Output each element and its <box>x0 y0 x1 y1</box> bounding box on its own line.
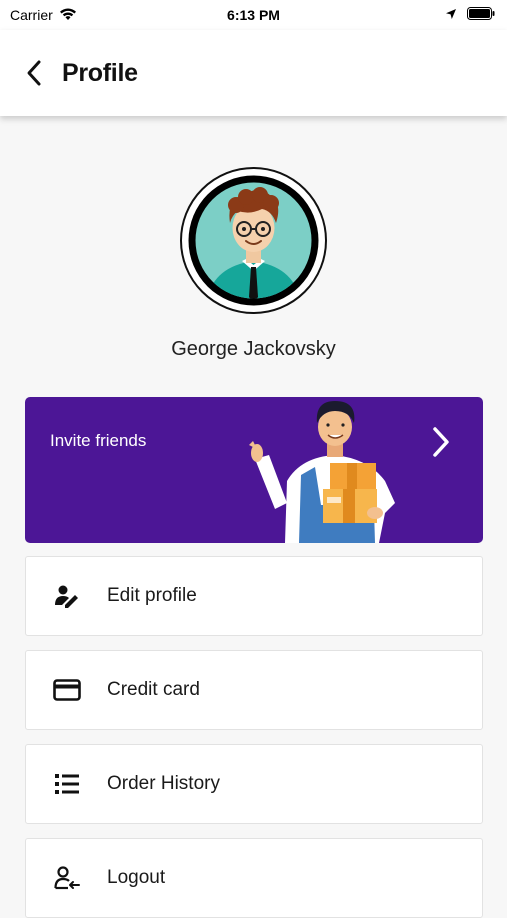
menu-item-edit-profile[interactable]: Edit profile <box>25 556 483 636</box>
invite-friends-banner[interactable]: Invite friends <box>25 397 483 543</box>
menu-item-credit-card[interactable]: Credit card <box>25 650 483 730</box>
credit-card-icon <box>52 675 82 705</box>
app-header: Profile <box>0 30 507 116</box>
avatar[interactable] <box>180 167 327 314</box>
chevron-left-icon <box>27 60 41 86</box>
invite-friends-label: Invite friends <box>50 431 147 450</box>
status-right <box>445 7 495 23</box>
menu-item-logout[interactable]: Logout <box>25 838 483 918</box>
battery-icon <box>467 7 495 23</box>
back-button[interactable] <box>14 53 54 93</box>
user-name: George Jackovsky <box>171 338 336 360</box>
location-arrow-icon <box>445 7 457 23</box>
edit-user-icon <box>52 581 82 611</box>
logout-user-icon <box>52 863 82 893</box>
status-bar: Carrier 6:13 PM <box>0 0 507 30</box>
menu-item-label: Credit card <box>107 679 200 700</box>
list-icon <box>52 769 82 799</box>
menu-item-label: Logout <box>107 867 166 888</box>
menu-item-label: Edit profile <box>107 585 197 606</box>
menu-item-label: Order History <box>107 773 220 794</box>
user-avatar-illustration <box>188 175 319 306</box>
carrier-label: Carrier <box>10 7 53 23</box>
menu-item-order-history[interactable]: Order History <box>25 744 483 824</box>
page-title: Profile <box>62 58 138 87</box>
status-left: Carrier <box>10 7 77 24</box>
delivery-person-illustration <box>249 401 395 543</box>
chevron-right-icon <box>433 427 449 457</box>
wifi-icon <box>59 7 77 24</box>
